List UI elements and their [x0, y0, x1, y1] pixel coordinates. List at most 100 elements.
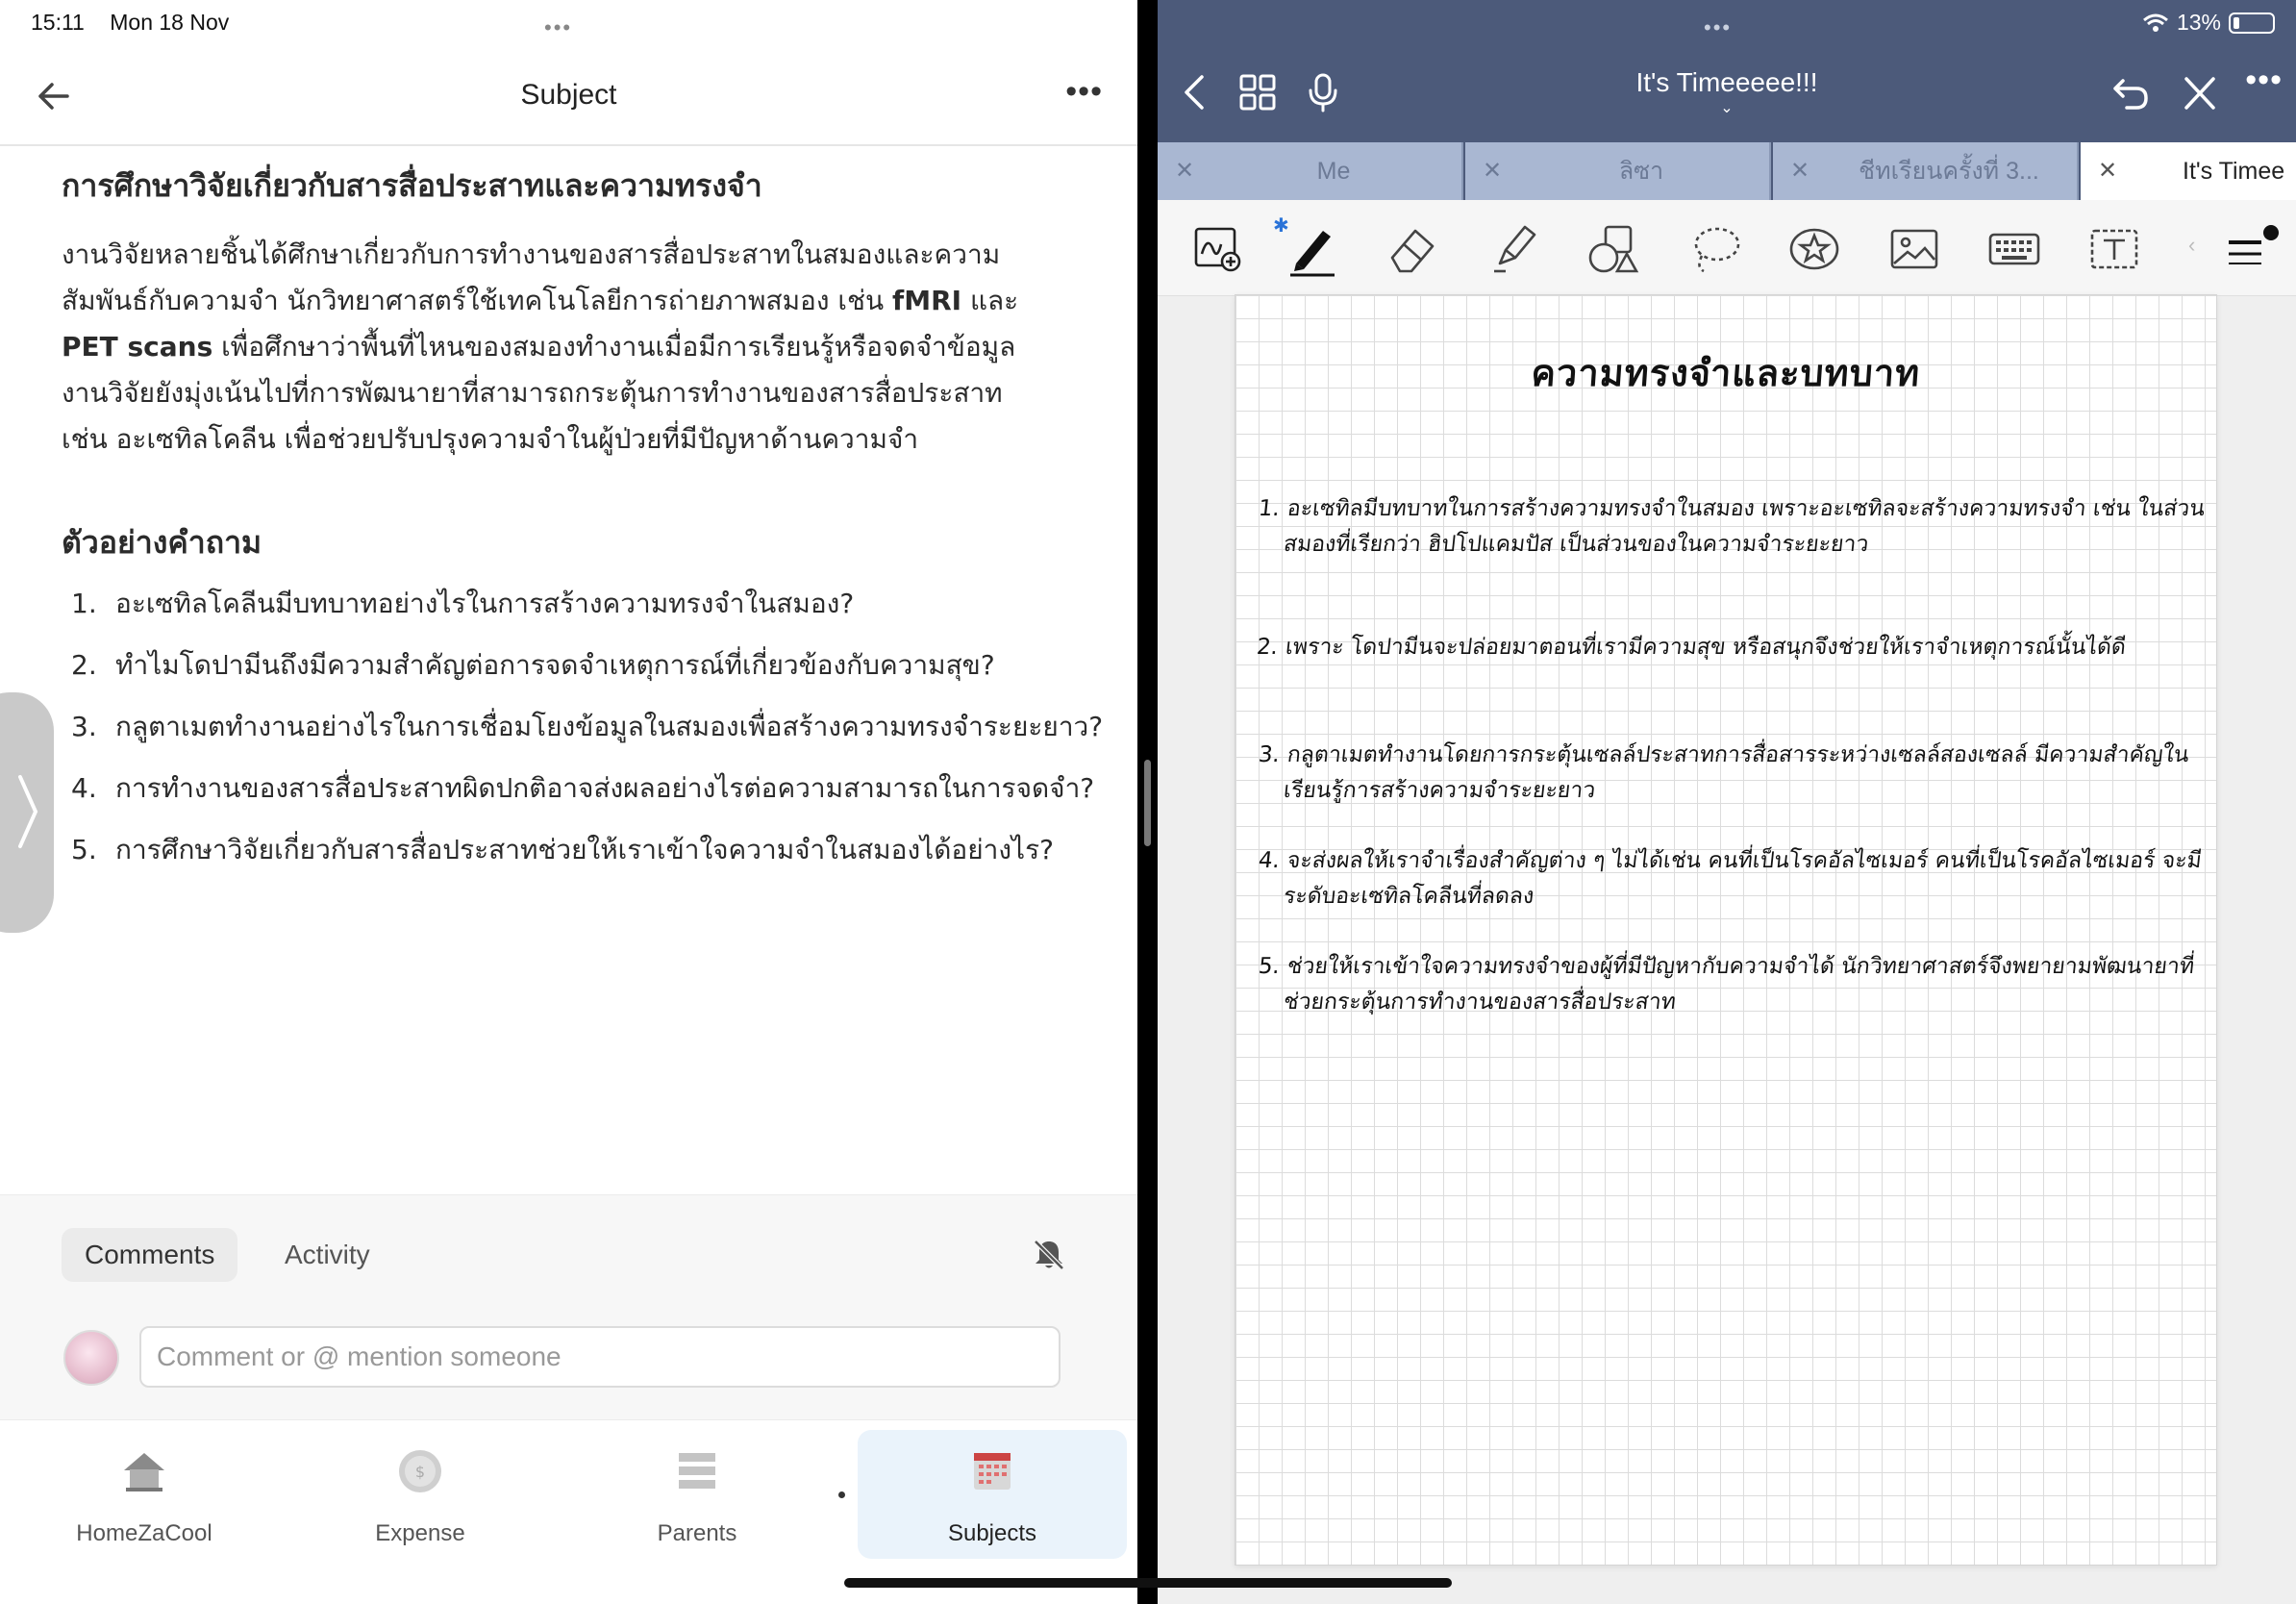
goodnotes-pane: ••• 13% It's Timeeeee!!! ⌄ ••• ✕ Me ✕ ลิ…: [1158, 0, 2296, 1604]
paragraph-line: สัมพันธ์กับความจำ นักวิทยาศาสตร์ใช้เทคโน…: [62, 278, 1110, 324]
status-date: Mon 18 Nov: [110, 10, 230, 35]
multitasking-menu-button[interactable]: •••: [1704, 15, 1732, 40]
highlighter-icon[interactable]: [1485, 221, 1540, 277]
item-number: 4.: [1257, 848, 1282, 873]
status-time: 15:11: [31, 10, 85, 35]
pen-icon[interactable]: [1285, 221, 1340, 277]
house-icon: [124, 1453, 164, 1491]
notebook-page[interactable]: ความทรงจำและบทบาท 1. อะเซทิลมีบทบาทในการ…: [1235, 294, 2217, 1566]
item-text: เพราะ โดปามีนจะปล่อยมาตอนที่เรามีความสุข…: [1284, 635, 2128, 660]
image-icon[interactable]: [1886, 221, 1942, 277]
bold-term: PET scans: [62, 331, 213, 363]
handwritten-item: 2. เพราะ โดปามีนจะปล่อยมาตอนที่เรามีความ…: [1255, 630, 2210, 665]
comments-section: Comments Activity Comment or @ mention s…: [0, 1194, 1137, 1419]
list-number: 5.: [71, 834, 97, 865]
more-options-icon[interactable]: •••: [1065, 73, 1103, 111]
svg-text:$: $: [415, 1463, 425, 1481]
tab-its-timee[interactable]: ✕ It's Timee: [2081, 142, 2296, 200]
handwritten-item: 1. อะเซทิลมีบทบาทในการสร้างความทรงจำในสม…: [1253, 491, 2212, 563]
article-heading: การศึกษาวิจัยเกี่ยวกับสารสื่อประสาทและคว…: [62, 167, 762, 204]
wifi-icon: [2142, 13, 2168, 32]
chevron-right-icon: [18, 775, 38, 848]
list-text: ทำไมโดปามีนถึงมีความสำคัญต่อการจดจำเหตุก…: [115, 649, 995, 681]
status-bar: 15:11 Mon 18 Nov: [31, 10, 248, 36]
tab-sheet-3[interactable]: ✕ ชีทเรียนครั้งที่ 3...: [1773, 142, 2079, 200]
item-text: ช่วยให้เราเข้าใจความทรงจำของผู้ที่มีปัญห…: [1282, 954, 2196, 1015]
nav-parents[interactable]: Parents: [562, 1430, 832, 1559]
bell-off-icon[interactable]: [1032, 1238, 1066, 1272]
lasso-icon[interactable]: [1688, 221, 1744, 277]
coin-icon: $: [399, 1450, 441, 1492]
paragraph-line: เช่น อะเซทิลโคลีน เพื่อช่วยปรับปรุงความจ…: [62, 423, 919, 455]
item-text: อะเซทิลมีบทบาทในการสร้างความทรงจำในสมอง …: [1282, 496, 2207, 557]
divider-handle[interactable]: [1144, 760, 1151, 846]
text-run: และ: [961, 285, 1019, 316]
bold-term: fMRI: [892, 285, 962, 316]
close-icon[interactable]: ✕: [1790, 142, 1809, 200]
handwritten-item: 3. กลูตาเมตทำงานโดยการกระตุ้นเซลล์ประสาท…: [1253, 738, 2212, 809]
text-box-icon[interactable]: [2086, 221, 2142, 277]
side-panel-handle[interactable]: [0, 692, 54, 933]
close-icon[interactable]: ✕: [1175, 142, 1194, 200]
list-number: 2.: [71, 649, 97, 681]
notes-header: ••• 13% It's Timeeeee!!! ⌄ •••: [1158, 0, 2296, 142]
pen-off-icon[interactable]: [2179, 71, 2221, 113]
handwritten-item: 4. จะส่งผลให้เราจำเรื่องสำคัญต่าง ๆ ไม่ไ…: [1253, 843, 2212, 915]
page-indicator-dot: [838, 1491, 845, 1498]
nav-label: Expense: [375, 1520, 465, 1546]
shapes-icon[interactable]: [1586, 221, 1642, 277]
undo-icon[interactable]: [2109, 71, 2152, 113]
list-text: การศึกษาวิจัยเกี่ยวกับสารสื่อประสาทช่วยใ…: [115, 834, 1054, 865]
tab-comments[interactable]: Comments: [62, 1228, 238, 1282]
paragraph-line: งานวิจัยยังมุ่งเน้นไปที่การพัฒนายาที่สาม…: [62, 377, 1003, 409]
drawing-toolbar: ✱ ‹: [1158, 200, 2296, 296]
list-item: 4. การทำงานของสารสื่อประสาทผิดปกติอาจส่งผ…: [62, 765, 1110, 811]
text-run: เพื่อศึกษาว่าพื้นที่ไหนของสมองทำงานเมื่อ…: [212, 331, 1016, 363]
eraser-icon[interactable]: [1385, 221, 1440, 277]
sticker-icon[interactable]: [1786, 221, 1842, 277]
tab-label: It's Timee: [2183, 158, 2285, 185]
item-number: 3.: [1257, 742, 1282, 767]
list-number: 1.: [71, 588, 97, 619]
zoom-window-icon[interactable]: [1190, 221, 1246, 277]
tab-activity[interactable]: Activity: [262, 1228, 393, 1282]
list-number: 4.: [71, 772, 97, 804]
pen-color-icon[interactable]: [2225, 221, 2281, 277]
comment-input[interactable]: Comment or @ mention someone: [139, 1326, 1061, 1388]
keyboard-icon[interactable]: [1986, 221, 2042, 277]
battery-percent: 13%: [2176, 10, 2221, 35]
calendar-icon: [974, 1453, 1011, 1490]
article-body: การศึกษาวิจัยเกี่ยวกับสารสื่อประสาทและคว…: [62, 162, 1110, 889]
page-title: Subject: [520, 79, 617, 111]
tab-me[interactable]: ✕ Me: [1158, 142, 1463, 200]
nav-homezacool[interactable]: HomeZaCool: [10, 1430, 279, 1559]
status-indicators: 13%: [2142, 10, 2275, 36]
split-view-divider[interactable]: [1137, 0, 1158, 1604]
nav-expense[interactable]: $ Expense: [286, 1430, 555, 1559]
multitasking-menu-button[interactable]: •••: [544, 15, 572, 40]
handwritten-item: 5. ช่วยให้เราเข้าใจความทรงจำของผู้ที่มีป…: [1253, 949, 2212, 1020]
article-paragraph: งานวิจัยหลายชิ้นได้ศึกษาเกี่ยวกับการทำงา…: [62, 232, 1110, 463]
close-icon[interactable]: ✕: [2098, 142, 2117, 200]
close-icon[interactable]: ✕: [1483, 142, 1502, 200]
questions-heading: ตัวอย่างคำถาม: [62, 524, 262, 561]
document-tabs: ✕ Me ✕ ลิซา ✕ ชีทเรียนครั้งที่ 3... ✕ It…: [1158, 142, 2296, 200]
nav-label: HomeZaCool: [76, 1520, 212, 1546]
list-item: 3. กลูตาเมตทำงานอย่างไรในการเชื่อมโยงข้อม…: [62, 704, 1110, 749]
item-number: 5.: [1257, 954, 1282, 979]
tab-label: ลิซา: [1618, 158, 1664, 185]
list-item: 5. การศึกษาวิจัยเกี่ยวกับสารสื่อประสาทช่ว…: [62, 827, 1110, 872]
nav-subjects[interactable]: Subjects: [858, 1430, 1127, 1559]
home-indicator[interactable]: [844, 1578, 1452, 1588]
list-item: 1. อะเซทิลโคลีนมีบทบาทอย่างไรในการสร้างคว…: [62, 581, 1110, 626]
toolbar-scroll-icon: ‹: [2188, 233, 2196, 257]
questions-list: 1. อะเซทิลโคลีนมีบทบาทอย่างไรในการสร้างคว…: [62, 581, 1110, 872]
bottom-navigation: HomeZaCool $ Expense Parents Subjects: [0, 1419, 1137, 1604]
item-text: จะส่งผลให้เราจำเรื่องสำคัญต่าง ๆ ไม่ได้เ…: [1282, 848, 2204, 909]
battery-icon: [2229, 12, 2275, 34]
item-number: 2.: [1255, 635, 1280, 660]
tab-lisa[interactable]: ✕ ลิซา: [1465, 142, 1771, 200]
handwritten-title: ความทรงจำและบทบาท: [1530, 352, 1922, 394]
more-options-icon[interactable]: •••: [2245, 62, 2283, 99]
list-text: อะเซทิลโคลีนมีบทบาทอย่างไรในการสร้างความ…: [115, 588, 855, 619]
